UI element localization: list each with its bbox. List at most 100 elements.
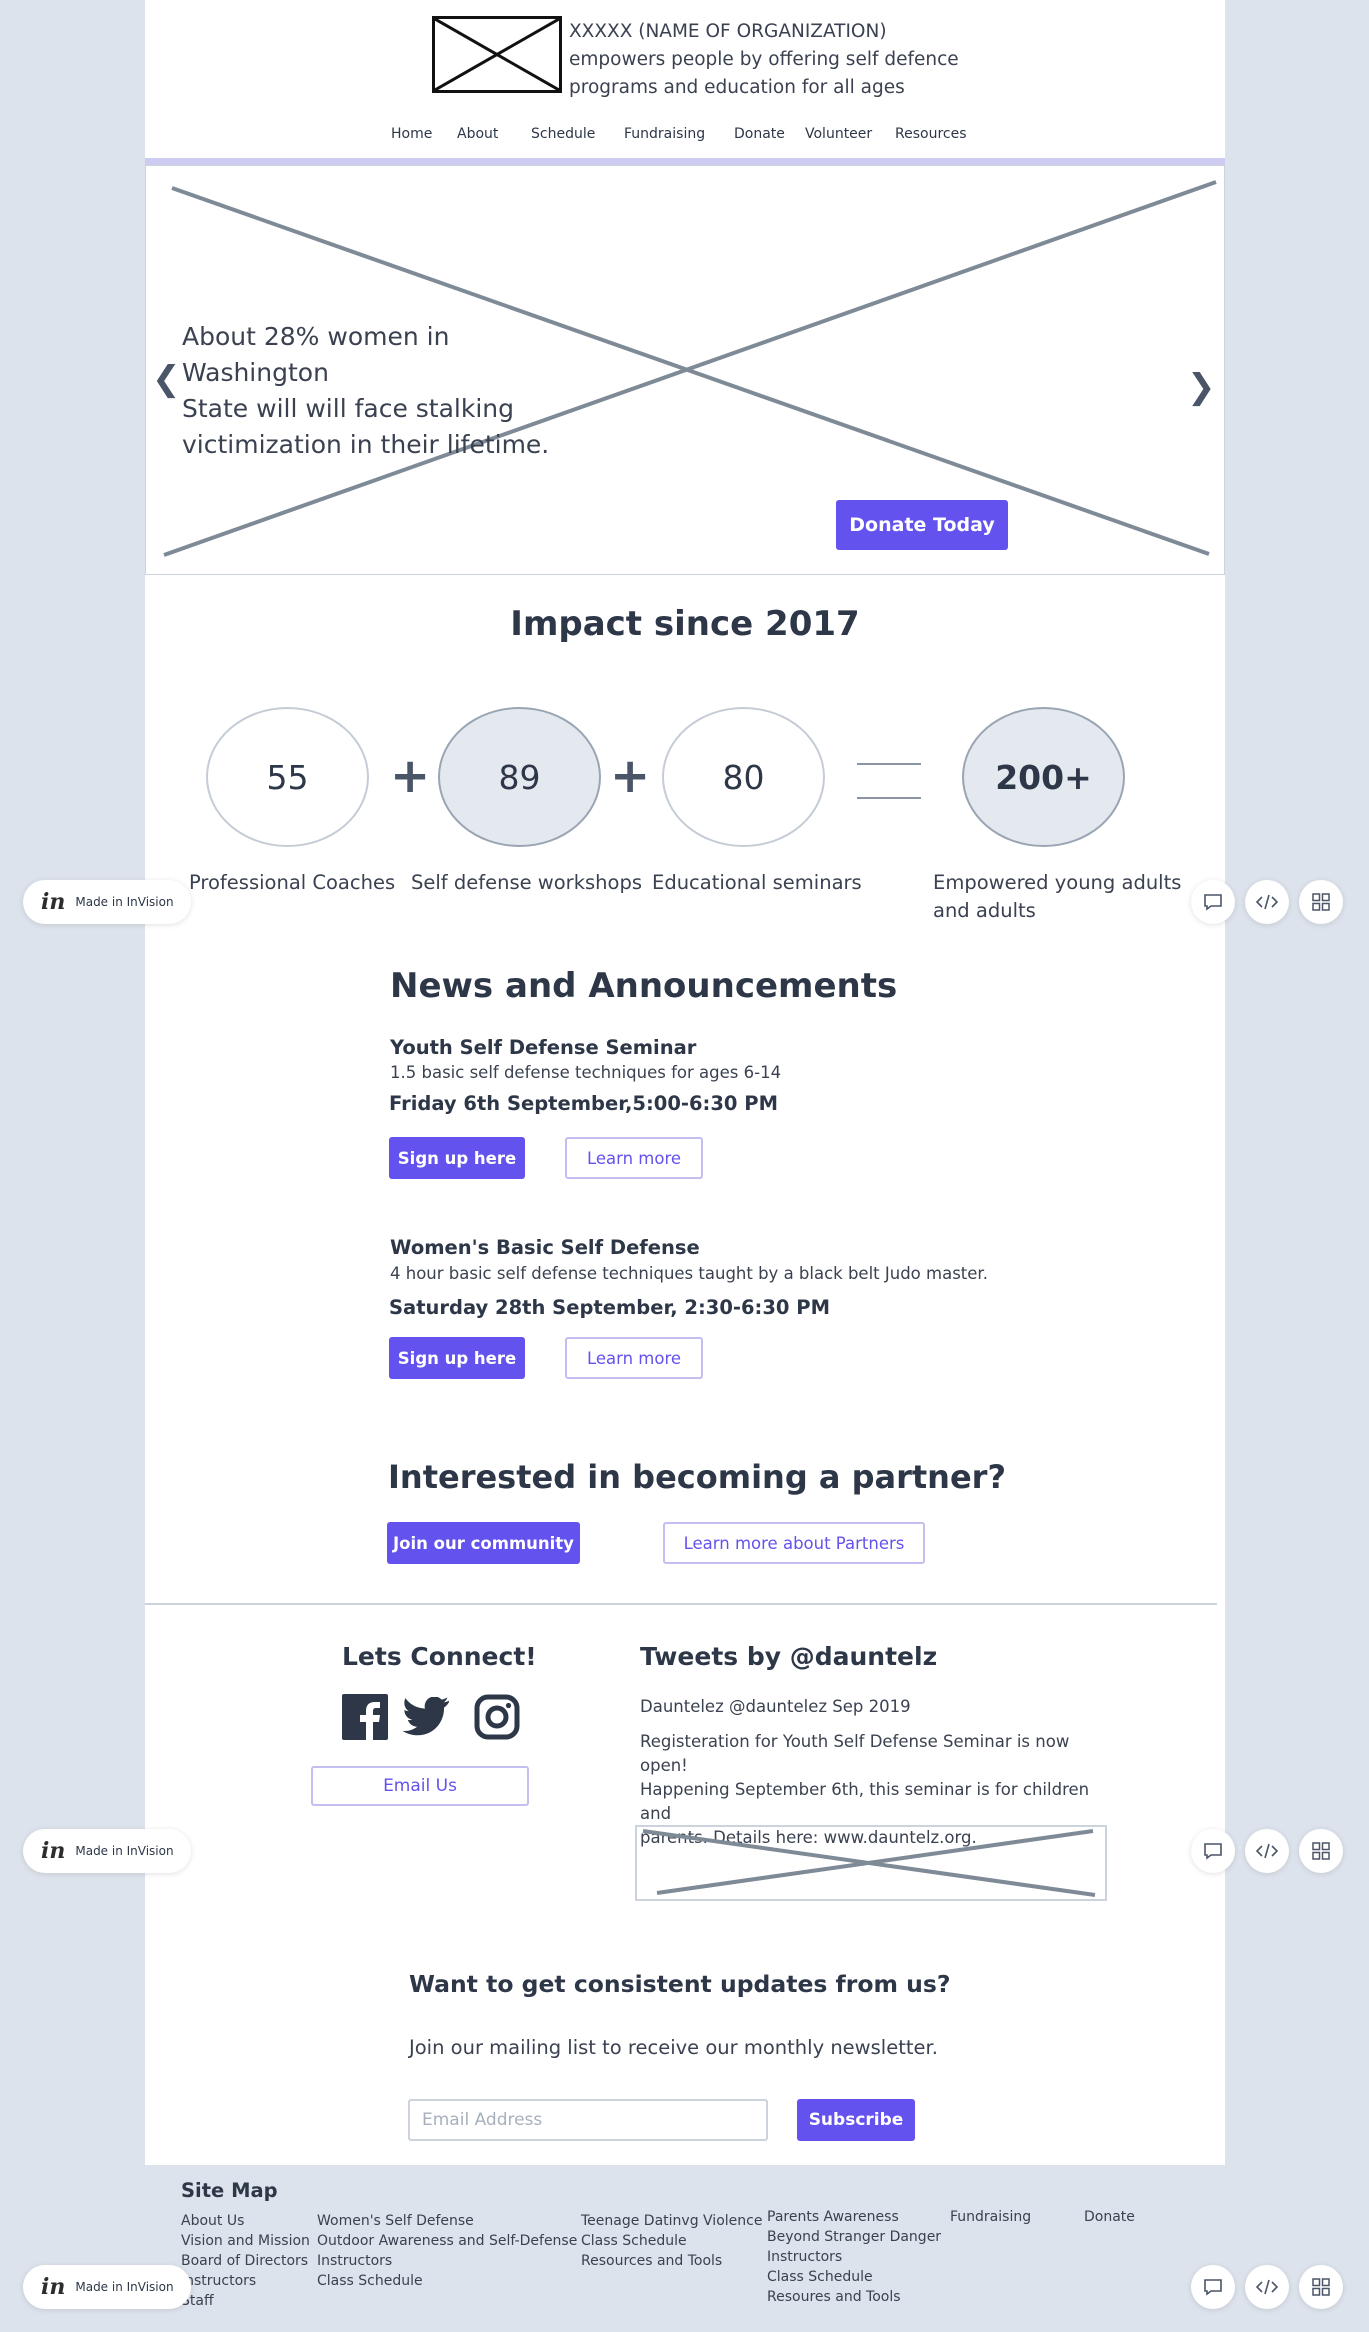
invision-badge-label: Made in InVision (75, 2280, 174, 2294)
sitemap-link[interactable]: Women's Self Defense (317, 2211, 577, 2231)
grid-icon[interactable] (1299, 1829, 1343, 1873)
join-community-button[interactable]: Join our community (387, 1522, 580, 1564)
invision-badge-label: Made in InVision (75, 1844, 174, 1858)
sitemap-link[interactable]: Instructors (767, 2247, 941, 2267)
event-title: Women's Basic Self Defense (390, 1236, 700, 1259)
hero-headline-line2: State will will face stalking (182, 394, 515, 423)
chevron-right-icon[interactable]: ❯ (1187, 370, 1216, 404)
nav-about[interactable]: About (457, 126, 498, 142)
stat-empowered-label-line2: and adults (933, 899, 1036, 922)
chevron-left-icon[interactable]: ❮ (152, 362, 181, 396)
stat-workshops-circle: 89 (438, 707, 601, 847)
stat-empowered-circle: 200+ (962, 707, 1125, 847)
nav-underline-bar (145, 158, 1225, 165)
grid-icon[interactable] (1299, 2265, 1343, 2309)
event-title: Youth Self Defense Seminar (390, 1036, 697, 1059)
invision-logo-icon: in (41, 1838, 66, 1864)
main-nav: Home About Schedule Fundraising Donate V… (145, 126, 1225, 148)
comment-icon[interactable] (1191, 2265, 1235, 2309)
tweet-author-meta: Dauntelez @dauntelez Sep 2019 (640, 1697, 911, 1716)
sitemap-link[interactable]: Resources and Tools (581, 2251, 762, 2271)
sitemap-title: Site Map (181, 2179, 278, 2202)
event-date: Saturday 28th September, 2:30-6:30 PM (389, 1296, 830, 1319)
newsletter-title: Want to get consistent updates from us? (409, 1970, 951, 1998)
logo-placeholder-image[interactable] (432, 16, 562, 93)
nav-resources[interactable]: Resources (895, 126, 967, 142)
sitemap-link[interactable]: Teenage Datinvg Violence (581, 2211, 762, 2231)
made-in-invision-badge[interactable]: in Made in InVision (23, 1829, 191, 1873)
email-us-button[interactable]: Email Us (311, 1766, 529, 1806)
twitter-icon[interactable] (402, 1697, 450, 1737)
connect-title: Lets Connect! (342, 1642, 537, 1671)
sitemap-link[interactable]: Vision and Mission (181, 2231, 310, 2251)
tweet-line: Registeration for Youth Self Defense Sem… (640, 1732, 1070, 1775)
nav-schedule[interactable]: Schedule (531, 126, 595, 142)
stat-seminars-circle: 80 (662, 707, 825, 847)
sitemap-link[interactable]: Parents Awareness (767, 2207, 941, 2227)
invision-logo-icon: in (41, 889, 66, 915)
sitemap-link[interactable]: Class Schedule (767, 2267, 941, 2287)
sitemap-link[interactable]: Instructors (317, 2251, 577, 2271)
org-tagline-line3: programs and education for all ages (569, 77, 905, 98)
sitemap-link[interactable]: About Us (181, 2211, 310, 2231)
sign-up-button[interactable]: Sign up here (389, 1337, 525, 1379)
sitemap-link[interactable]: Instructors (181, 2271, 310, 2291)
comment-icon[interactable] (1191, 1829, 1235, 1873)
event-description: 1.5 basic self defense techniques for ag… (390, 1063, 782, 1082)
code-icon[interactable] (1245, 1829, 1289, 1873)
org-tagline-line2: empowers people by offering self defence (569, 49, 959, 70)
invision-logo-icon: in (41, 2274, 66, 2300)
subscribe-button[interactable]: Subscribe (797, 2099, 915, 2141)
tweet-image-placeholder[interactable] (635, 1825, 1107, 1901)
stat-coaches-label: Professional Coaches (189, 871, 396, 894)
sitemap-column-donate: Donate (1084, 2207, 1135, 2227)
instagram-icon[interactable] (474, 1694, 520, 1740)
grid-icon[interactable] (1299, 880, 1343, 924)
stat-coaches-circle: 55 (206, 707, 369, 847)
nav-fundraising[interactable]: Fundraising (624, 126, 705, 142)
sitemap-link[interactable]: Board of Directors (181, 2251, 310, 2271)
hero-headline-line3: victimization in their lifetime. (182, 430, 550, 459)
nav-volunteer[interactable]: Volunteer (805, 126, 872, 142)
nav-donate[interactable]: Donate (734, 126, 785, 142)
sign-up-button[interactable]: Sign up here (389, 1137, 525, 1179)
sitemap-link[interactable]: Outdoor Awareness and Self-Defense (317, 2231, 577, 2251)
news-section-title: News and Announcements (390, 966, 898, 1006)
sitemap-column-teen: Teenage Datinvg Violence Class Schedule … (581, 2211, 762, 2271)
org-name: XXXXX (NAME OF ORGANIZATION) (569, 21, 887, 42)
equals-icon (857, 763, 921, 799)
invision-badge-label: Made in InVision (75, 895, 174, 909)
email-address-input[interactable] (408, 2099, 768, 2141)
sitemap-link[interactable]: Staff (181, 2291, 310, 2311)
facebook-icon[interactable] (342, 1694, 388, 1740)
hero-headline-line1: About 28% women in Washington (182, 322, 450, 387)
hero-headline: About 28% women in Washington State will… (182, 319, 602, 463)
code-icon[interactable] (1245, 2265, 1289, 2309)
nav-home[interactable]: Home (391, 126, 432, 142)
sitemap-link[interactable]: Resoures and Tools (767, 2287, 941, 2307)
page-canvas: XXXXX (NAME OF ORGANIZATION) empowers pe… (145, 0, 1225, 2165)
sitemap-link[interactable]: Beyond Stranger Danger (767, 2227, 941, 2247)
comment-icon[interactable] (1191, 880, 1235, 924)
hero-banner: About 28% women in Washington State will… (145, 165, 1225, 575)
sitemap-column-parents: Parents Awareness Beyond Stranger Danger… (767, 2207, 941, 2307)
plus-icon: + (610, 748, 651, 804)
donate-today-button[interactable]: Donate Today (836, 500, 1008, 550)
code-icon[interactable] (1245, 880, 1289, 924)
made-in-invision-badge[interactable]: in Made in InVision (23, 880, 191, 924)
impact-title: Impact since 2017 (510, 604, 860, 644)
sitemap-column-fundraising: Fundraising (950, 2207, 1031, 2227)
sitemap-column-women: Women's Self Defense Outdoor Awareness a… (317, 2211, 577, 2291)
sitemap-link[interactable]: Class Schedule (581, 2231, 762, 2251)
sitemap-link[interactable]: Donate (1084, 2207, 1135, 2227)
partner-title: Interested in becoming a partner? (388, 1458, 1006, 1496)
stat-empowered-label-line1: Empowered young adults (933, 871, 1182, 894)
section-divider (145, 1603, 1217, 1605)
sitemap-link[interactable]: Class Schedule (317, 2271, 577, 2291)
learn-more-button[interactable]: Learn more (565, 1337, 703, 1379)
made-in-invision-badge[interactable]: in Made in InVision (23, 2265, 191, 2309)
learn-more-button[interactable]: Learn more (565, 1137, 703, 1179)
sitemap-link[interactable]: Fundraising (950, 2207, 1031, 2227)
learn-more-partners-button[interactable]: Learn more about Partners (663, 1522, 925, 1564)
tweet-image-cross (642, 1829, 1096, 1897)
